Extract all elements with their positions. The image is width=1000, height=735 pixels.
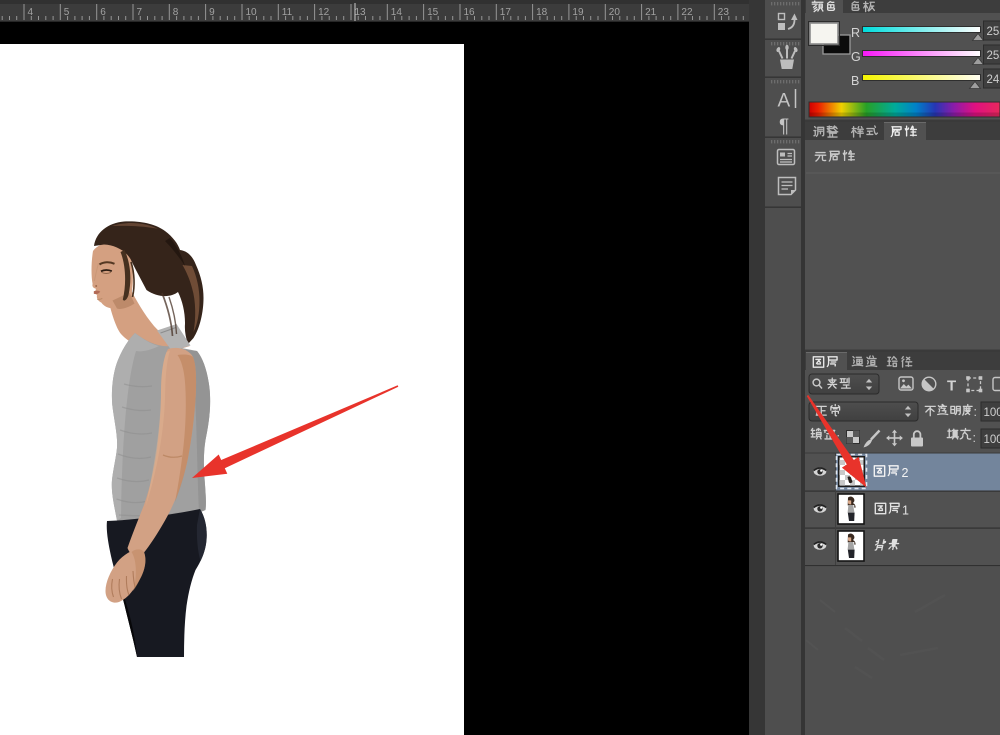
svg-text::: : [974,405,977,419]
svg-text:10: 10 [246,7,258,18]
svg-text:B: B [851,74,859,88]
svg-text:R: R [851,26,860,40]
svg-text:14: 14 [391,7,403,18]
svg-text:¶: ¶ [779,116,789,137]
svg-text:15: 15 [427,7,439,18]
svg-text:7: 7 [137,7,143,18]
svg-text:18: 18 [536,7,548,18]
svg-text:100%: 100% [984,407,1000,419]
svg-text:22: 22 [681,7,693,18]
svg-text:G: G [851,50,861,64]
svg-text:1: 1 [902,504,909,518]
svg-text:2: 2 [902,466,909,480]
svg-text:17: 17 [500,7,512,18]
svg-text:8: 8 [173,7,179,18]
svg-text:245: 245 [987,74,1000,86]
svg-text:19: 19 [572,7,584,18]
svg-text:12: 12 [318,7,330,18]
svg-text:4: 4 [28,7,34,18]
svg-text:9: 9 [209,7,215,18]
svg-text:23: 23 [718,7,730,18]
svg-text:A: A [778,91,791,112]
svg-text:5: 5 [64,7,70,18]
svg-text:100%: 100% [984,434,1000,446]
svg-text:20: 20 [609,7,621,18]
svg-text:255: 255 [987,26,1000,38]
svg-text:13: 13 [355,7,367,18]
svg-text:21: 21 [645,7,657,18]
svg-text:11: 11 [282,7,293,18]
svg-text:16: 16 [464,7,476,18]
svg-text:255: 255 [987,50,1000,62]
svg-text:T: T [947,378,956,395]
svg-text:6: 6 [100,7,106,18]
svg-text::: : [973,431,976,445]
